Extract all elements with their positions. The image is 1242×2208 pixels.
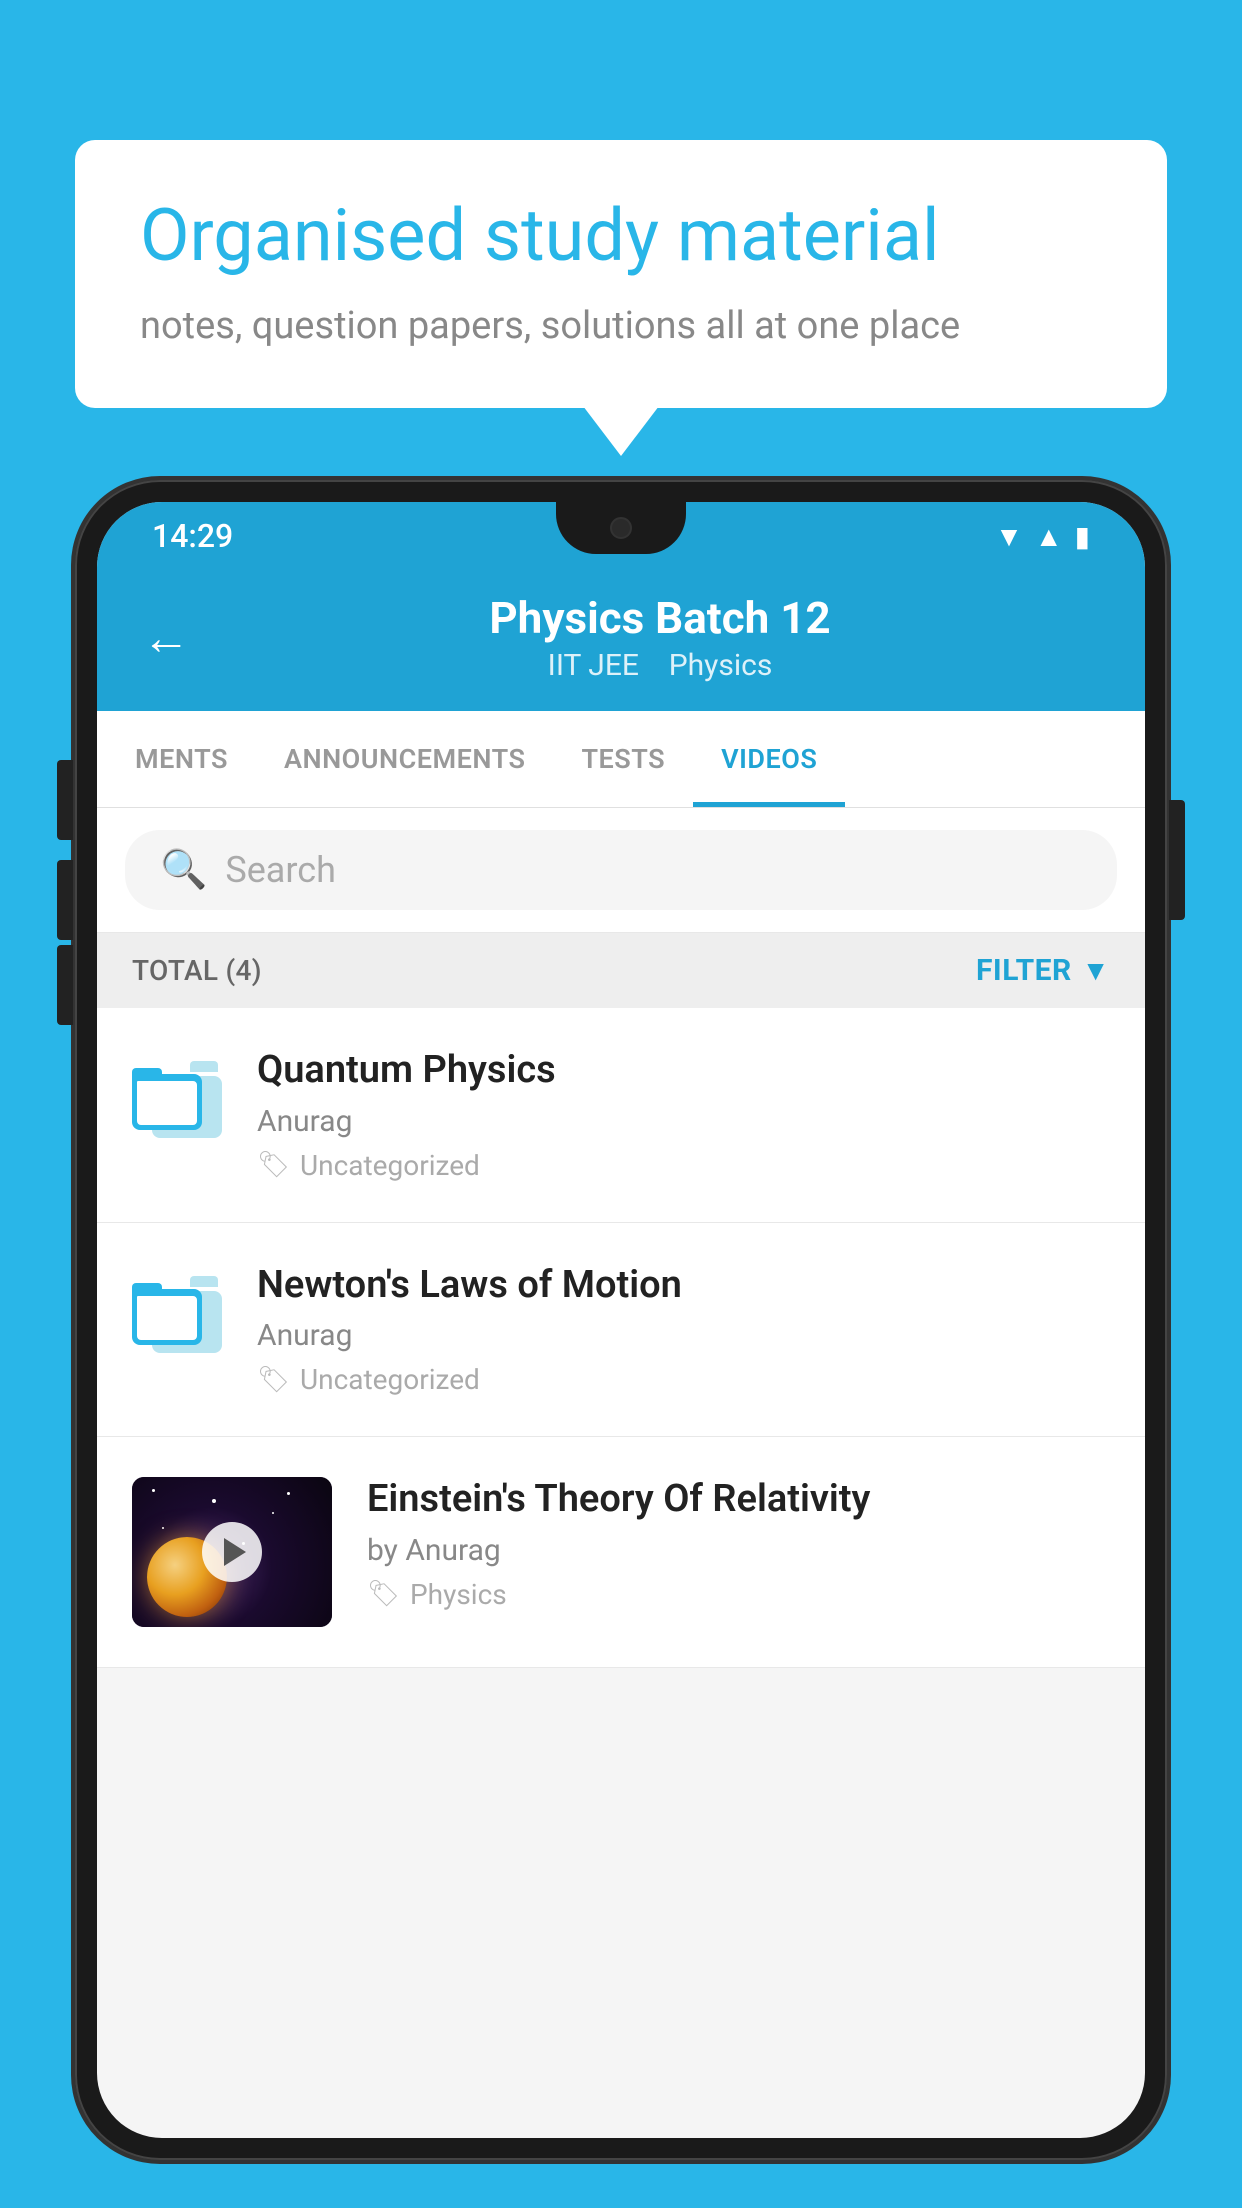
star [162, 1527, 164, 1529]
subtitle-physics: Physics [669, 648, 773, 683]
play-triangle-icon [224, 1538, 246, 1566]
tabs-bar: MENTS ANNOUNCEMENTS TESTS VIDEOS [97, 711, 1145, 808]
list-item[interactable]: Quantum Physics Anurag 🏷 Uncategorized [97, 1008, 1145, 1223]
search-input[interactable]: Search [225, 849, 336, 891]
phone-outer: 14:29 ▼ ▲ ▮ ← Physics Batch 12 IIT JEE [75, 480, 1167, 2160]
filter-row: TOTAL (4) FILTER ▼ [97, 933, 1145, 1008]
notch [556, 502, 686, 554]
video-thumbnail [132, 1477, 332, 1627]
item-tag-label: Uncategorized [300, 1363, 480, 1396]
battery-icon: ▮ [1075, 520, 1090, 553]
play-button[interactable] [202, 1522, 262, 1582]
signal-icon: ▲ [1035, 520, 1063, 553]
item-author: by Anurag [367, 1533, 1110, 1568]
wifi-icon: ▼ [995, 520, 1023, 553]
bubble-subtitle: notes, question papers, solutions all at… [140, 300, 1102, 353]
phone-frame: 14:29 ▼ ▲ ▮ ← Physics Batch 12 IIT JEE [75, 480, 1167, 2208]
status-bar: 14:29 ▼ ▲ ▮ [97, 502, 1145, 570]
folder-main-front [135, 1079, 199, 1127]
tab-announcements[interactable]: ANNOUNCEMENTS [256, 711, 554, 807]
speech-bubble-container: Organised study material notes, question… [75, 140, 1167, 408]
item-tag: 🏷 Physics [367, 1578, 1110, 1611]
item-tag-label: Physics [410, 1578, 507, 1611]
header-subtitle: IIT JEE Physics [220, 648, 1100, 683]
star [272, 1512, 274, 1514]
filter-funnel-icon: ▼ [1082, 954, 1110, 987]
item-icon-wrapper [132, 1268, 222, 1358]
search-container: 🔍 Search [97, 808, 1145, 933]
star [287, 1492, 290, 1495]
subtitle-iitjee: IIT JEE [548, 648, 639, 683]
speech-bubble: Organised study material notes, question… [75, 140, 1167, 408]
item-tag: 🏷 Uncategorized [257, 1363, 1110, 1396]
camera-dot [610, 517, 632, 539]
item-details: Quantum Physics Anurag 🏷 Uncategorized [257, 1048, 1110, 1182]
tag-icon: 🏷 [257, 1365, 290, 1395]
folder-main-front [135, 1294, 199, 1342]
filter-button[interactable]: FILTER ▼ [976, 953, 1110, 988]
total-count: TOTAL (4) [132, 954, 262, 987]
item-details: Newton's Laws of Motion Anurag 🏷 Uncateg… [257, 1263, 1110, 1397]
tab-ments[interactable]: MENTS [107, 711, 256, 807]
header-title: Physics Batch 12 [220, 592, 1100, 644]
item-author: Anurag [257, 1318, 1110, 1353]
item-author: Anurag [257, 1104, 1110, 1139]
list-item[interactable]: Newton's Laws of Motion Anurag 🏷 Uncateg… [97, 1223, 1145, 1438]
search-icon: 🔍 [160, 848, 207, 892]
item-tag: 🏷 Uncategorized [257, 1149, 1110, 1182]
star [212, 1499, 216, 1503]
search-input-wrapper[interactable]: 🔍 Search [125, 830, 1117, 910]
app-header: ← Physics Batch 12 IIT JEE Physics [97, 570, 1145, 711]
item-title: Newton's Laws of Motion [257, 1263, 1110, 1309]
item-title: Einstein's Theory Of Relativity [367, 1477, 1110, 1523]
item-icon-wrapper [132, 1053, 222, 1143]
folder-icon [132, 1058, 222, 1138]
folder-main [132, 1283, 202, 1345]
star [152, 1489, 155, 1492]
item-title: Quantum Physics [257, 1048, 1110, 1094]
content-list: Quantum Physics Anurag 🏷 Uncategorized [97, 1008, 1145, 1668]
filter-label: FILTER [976, 953, 1072, 988]
phone-screen: 14:29 ▼ ▲ ▮ ← Physics Batch 12 IIT JEE [97, 502, 1145, 2138]
tag-icon: 🏷 [367, 1579, 400, 1609]
status-time: 14:29 [152, 517, 233, 555]
thumbnail-bg [132, 1477, 332, 1627]
folder-icon [132, 1273, 222, 1353]
back-button[interactable]: ← [142, 609, 190, 666]
tab-tests[interactable]: TESTS [553, 711, 693, 807]
tab-videos[interactable]: VIDEOS [693, 711, 845, 807]
bubble-title: Organised study material [140, 195, 1102, 278]
header-title-block: Physics Batch 12 IIT JEE Physics [220, 592, 1100, 683]
item-details: Einstein's Theory Of Relativity by Anura… [367, 1477, 1110, 1611]
list-item[interactable]: Einstein's Theory Of Relativity by Anura… [97, 1437, 1145, 1668]
status-icons: ▼ ▲ ▮ [995, 520, 1090, 553]
item-tag-label: Uncategorized [300, 1149, 480, 1182]
tag-icon: 🏷 [257, 1150, 290, 1180]
folder-main [132, 1068, 202, 1130]
